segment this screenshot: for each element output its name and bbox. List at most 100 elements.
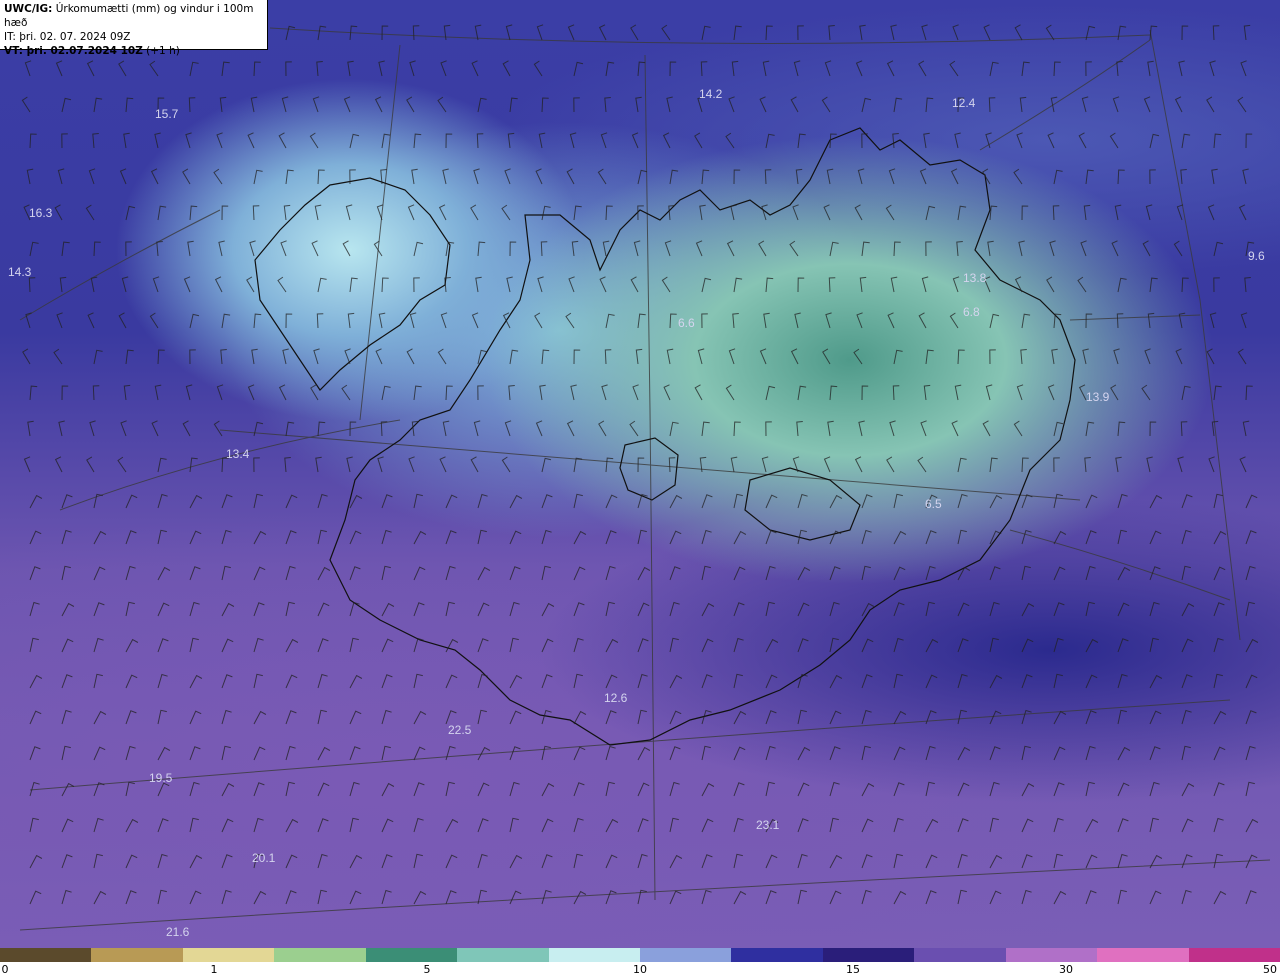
wind-barb bbox=[381, 745, 391, 761]
wind-barb bbox=[477, 709, 487, 725]
wind-barb bbox=[310, 384, 319, 401]
wind-barb bbox=[1085, 601, 1095, 617]
wind-barb bbox=[375, 348, 383, 365]
wind-barb bbox=[761, 456, 769, 473]
wind-barb bbox=[701, 854, 713, 869]
wind-barb bbox=[797, 385, 807, 401]
wind-barb bbox=[1209, 312, 1217, 329]
wind-barb bbox=[157, 782, 170, 797]
wind-barb bbox=[733, 673, 743, 689]
wind-barb bbox=[570, 384, 577, 401]
wind-barb bbox=[598, 24, 607, 41]
wind-barb bbox=[125, 530, 137, 545]
wind-barb bbox=[829, 817, 839, 833]
wind-barb bbox=[1109, 132, 1119, 149]
wind-barb bbox=[29, 637, 39, 653]
wind-barb bbox=[829, 241, 839, 257]
wind-barb bbox=[957, 782, 970, 797]
wind-barb bbox=[765, 710, 777, 725]
wind-barb bbox=[861, 818, 874, 833]
wind-barb bbox=[61, 854, 73, 869]
wind-barb bbox=[957, 889, 967, 905]
wind-barb bbox=[253, 637, 264, 653]
wind-barb bbox=[187, 240, 194, 257]
wind-barb bbox=[605, 565, 616, 581]
wind-barb bbox=[797, 25, 804, 41]
wind-barb bbox=[1245, 494, 1258, 509]
wind-barb bbox=[1021, 782, 1035, 797]
wind-barb bbox=[637, 709, 647, 725]
wind-barb bbox=[509, 854, 523, 869]
wind-barb bbox=[349, 601, 360, 617]
wind-barb bbox=[669, 674, 683, 689]
wind-barb bbox=[501, 456, 511, 473]
wind-barb bbox=[925, 565, 936, 581]
wind-barb bbox=[347, 312, 355, 329]
wind-barb bbox=[93, 710, 107, 725]
wind-barb bbox=[93, 97, 103, 113]
wind-barb bbox=[86, 60, 95, 77]
wind-barb bbox=[61, 529, 72, 545]
wind-barb bbox=[824, 60, 832, 77]
wind-barb bbox=[949, 60, 959, 77]
wind-barb bbox=[188, 97, 196, 113]
precipitation-map[interactable]: 15.7 14.2 12.4 16.3 14.3 13.8 6.8 6.6 13… bbox=[0, 0, 1280, 948]
wind-barb bbox=[349, 710, 362, 725]
wind-barb bbox=[669, 61, 677, 77]
wind-barb bbox=[861, 709, 872, 725]
value-label: 23.1 bbox=[756, 818, 780, 832]
wind-barb bbox=[599, 276, 607, 293]
wind-barb bbox=[252, 205, 260, 221]
value-label: 13.9 bbox=[1086, 390, 1110, 404]
wind-barb bbox=[253, 421, 264, 437]
wind-barb bbox=[661, 24, 671, 41]
wind-barb bbox=[1206, 348, 1215, 365]
wind-barb bbox=[1145, 204, 1153, 221]
wind-barb bbox=[925, 854, 938, 869]
wind-barb bbox=[573, 493, 583, 509]
wind-barb bbox=[507, 132, 515, 149]
wind-barb bbox=[189, 494, 203, 509]
wind-barb bbox=[890, 276, 898, 293]
wind-barb bbox=[443, 24, 451, 41]
wind-barb bbox=[151, 420, 159, 437]
wind-barb bbox=[539, 384, 546, 401]
value-label: 12.6 bbox=[604, 691, 628, 705]
value-label: 15.7 bbox=[155, 107, 179, 121]
wind-barb bbox=[437, 96, 447, 113]
wind-barb bbox=[1117, 493, 1128, 509]
colorbar-labels: 0 1 5 10 15 30 50 bbox=[0, 962, 1280, 978]
wind-barb bbox=[54, 204, 63, 221]
wind-barb bbox=[1213, 385, 1222, 401]
wind-barb bbox=[1053, 710, 1067, 725]
wind-barb bbox=[828, 277, 836, 293]
wind-barb bbox=[765, 277, 774, 293]
wind-barb bbox=[630, 276, 639, 293]
wind-barb bbox=[954, 384, 962, 401]
wind-barb bbox=[342, 240, 351, 257]
wind-barb bbox=[477, 638, 489, 653]
wind-barb bbox=[1053, 890, 1067, 905]
value-label: 22.5 bbox=[448, 723, 472, 737]
wind-barb bbox=[925, 205, 936, 221]
wind-barb bbox=[1149, 890, 1162, 905]
valid-time-label: VT: þri. 02.07.2024 10Z bbox=[4, 45, 143, 57]
wind-barb bbox=[573, 817, 584, 833]
wind-barb bbox=[633, 240, 641, 257]
wind-barb bbox=[1013, 168, 1023, 185]
wind-barb bbox=[125, 349, 134, 365]
wind-barb bbox=[1237, 96, 1247, 113]
wind-barb bbox=[823, 456, 831, 473]
wind-barb bbox=[637, 853, 648, 869]
wind-barb bbox=[247, 384, 255, 401]
wind-barb bbox=[890, 24, 897, 41]
wind-barb bbox=[664, 240, 672, 257]
wind-barb bbox=[861, 385, 869, 401]
wind-barb bbox=[374, 96, 383, 113]
wind-barb bbox=[637, 313, 646, 329]
wind-barb bbox=[730, 456, 738, 473]
wind-barb bbox=[88, 168, 96, 185]
wind-barb bbox=[437, 348, 447, 365]
wind-barb bbox=[535, 168, 543, 185]
wind-barb bbox=[121, 276, 129, 293]
